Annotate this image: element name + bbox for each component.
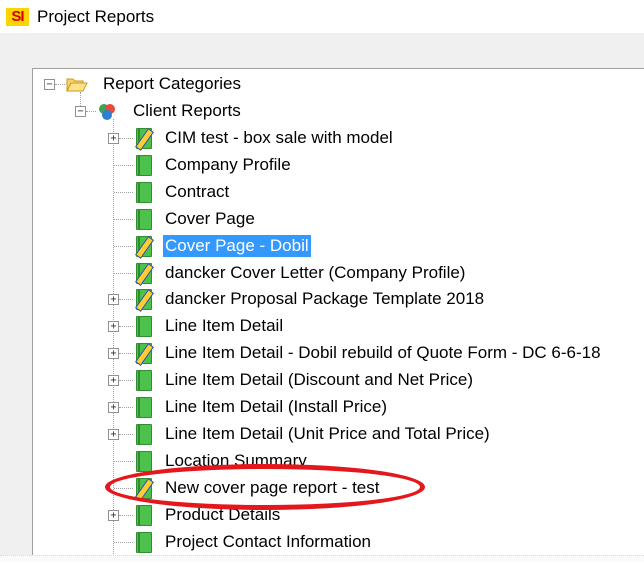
report-icon [136, 451, 152, 472]
tree-line [119, 299, 133, 300]
report-edited-icon [136, 343, 152, 364]
tree-root-label[interactable]: Report Categories [101, 73, 243, 95]
report-icon [136, 424, 152, 445]
tree-content: − Report Categories − Client Reports + CIM te… [0, 0, 644, 561]
category-label[interactable]: Client Reports [131, 100, 243, 122]
report-item-label[interactable]: Location Summary [163, 450, 309, 472]
report-item-label[interactable]: Line Item Detail (Unit Price and Total P… [163, 423, 492, 445]
report-icon [136, 209, 152, 230]
folder-open-icon [66, 76, 88, 92]
report-item-label[interactable]: Company Profile [163, 154, 293, 176]
report-item-label[interactable]: Line Item Detail (Discount and Net Price… [163, 369, 475, 391]
report-item-label[interactable]: Cover Page - Dobil [163, 235, 311, 257]
report-item-label[interactable]: Project Contact Information [163, 531, 373, 553]
expand-toggle[interactable]: + [108, 402, 119, 413]
tree-line [114, 461, 133, 462]
report-icon [136, 505, 152, 526]
tree-line [86, 111, 96, 112]
report-item-label[interactable]: dancker Proposal Package Template 2018 [163, 288, 486, 310]
tree-line [114, 165, 133, 166]
report-edited-icon [136, 236, 152, 257]
tree-line [119, 326, 133, 327]
tree-line [114, 488, 133, 489]
tree-line [114, 219, 133, 220]
report-icon [136, 532, 152, 553]
report-item-label[interactable]: Cover Page [163, 208, 257, 230]
expand-toggle[interactable]: + [108, 510, 119, 521]
tree-line [114, 192, 133, 193]
report-item-label[interactable]: New cover page report - test [163, 477, 381, 499]
tree-line [119, 138, 133, 139]
report-item-label[interactable]: Line Item Detail [163, 315, 285, 337]
report-edited-icon [136, 263, 152, 284]
report-item-label[interactable]: Product Details [163, 504, 282, 526]
report-icon [136, 370, 152, 391]
report-icon [136, 316, 152, 337]
tree-line [119, 407, 133, 408]
report-edited-icon [136, 289, 152, 310]
report-item-label[interactable]: Line Item Detail (Install Price) [163, 396, 389, 418]
report-icon [136, 155, 152, 176]
tree-line [114, 246, 133, 247]
expand-toggle[interactable]: + [108, 348, 119, 359]
root-collapse-toggle[interactable]: − [44, 79, 55, 90]
category-collapse-toggle[interactable]: − [75, 106, 86, 117]
tree-line [55, 84, 65, 85]
client-reports-icon [97, 102, 117, 120]
report-icon [136, 397, 152, 418]
report-item-label[interactable]: CIM test - box sale with model [163, 127, 395, 149]
expand-toggle[interactable]: + [108, 375, 119, 386]
report-item-label[interactable]: Line Item Detail - Dobil rebuild of Quot… [163, 342, 603, 364]
expand-toggle[interactable]: + [108, 294, 119, 305]
report-item-label[interactable]: dancker Cover Letter (Company Profile) [163, 262, 467, 284]
expand-toggle[interactable]: + [108, 133, 119, 144]
report-edited-icon [136, 128, 152, 149]
tree-line [119, 380, 133, 381]
tree-line [114, 542, 133, 543]
report-icon [136, 182, 152, 203]
tree-line [119, 515, 133, 516]
report-edited-icon [136, 478, 152, 499]
tree-line [119, 353, 133, 354]
tree-line [114, 273, 133, 274]
tree-line [119, 434, 133, 435]
expand-toggle[interactable]: + [108, 429, 119, 440]
expand-toggle[interactable]: + [108, 321, 119, 332]
report-item-label[interactable]: Contract [163, 181, 231, 203]
